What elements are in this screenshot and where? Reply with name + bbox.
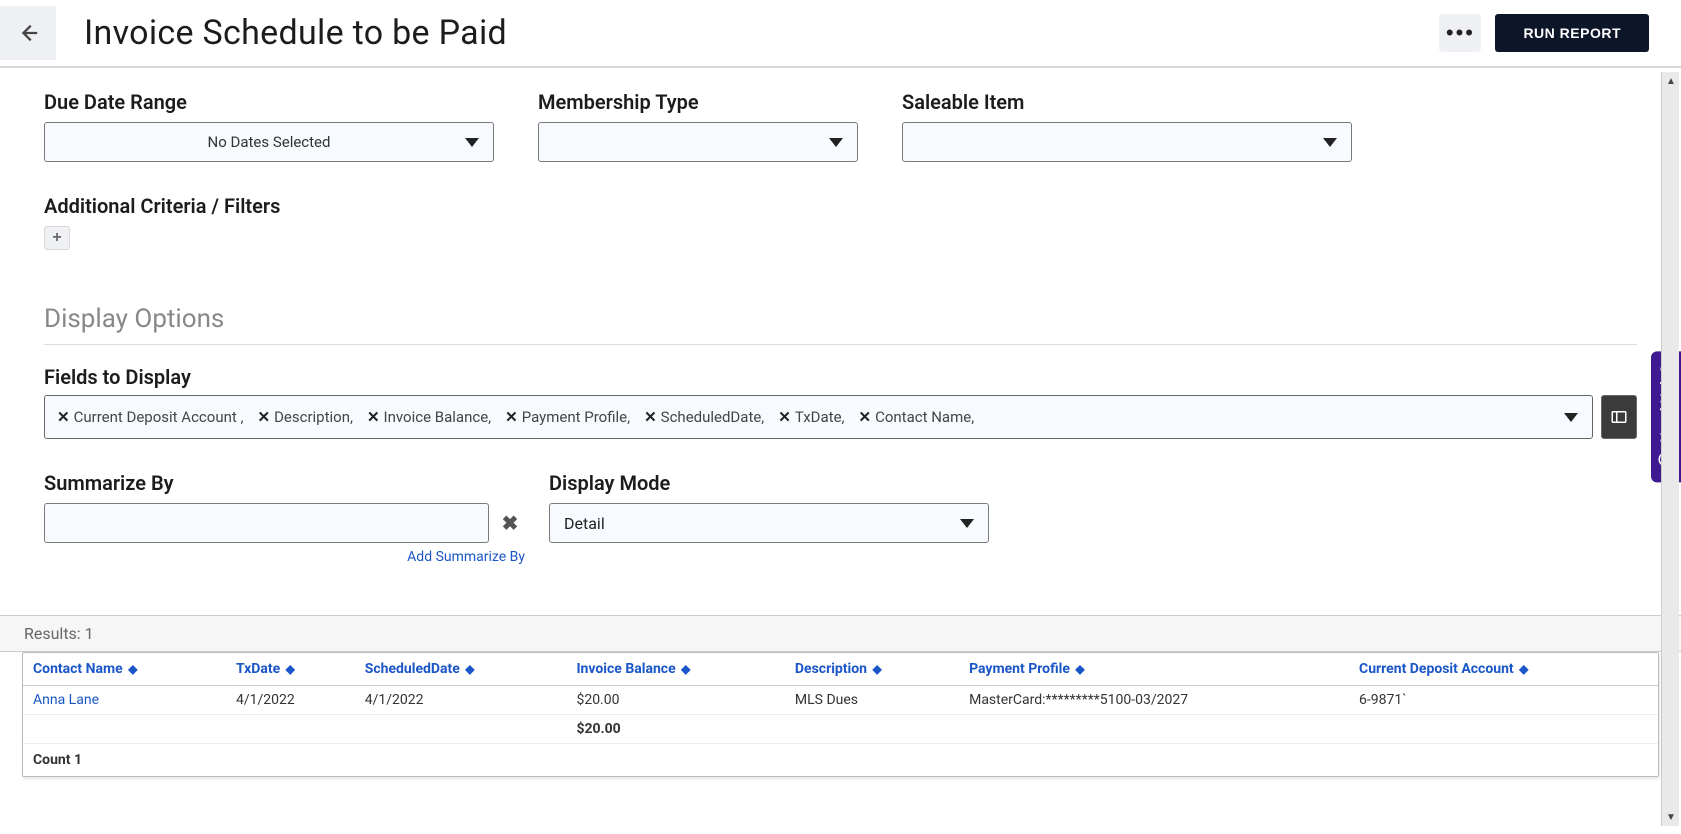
cell-txdate: 4/1/2022 — [226, 686, 355, 715]
total-balance: $20.00 — [566, 715, 784, 744]
saleable-item-label: Saleable Item — [902, 90, 1352, 114]
cell-description: MLS Dues — [785, 686, 959, 715]
field-chip: ✕Contact Name, — [859, 408, 975, 426]
col-txdate[interactable]: TxDate ◆ — [226, 653, 355, 686]
run-report-button[interactable]: RUN REPORT — [1495, 14, 1649, 52]
layout-icon — [1610, 408, 1628, 426]
col-scheduleddate[interactable]: ScheduledDate ◆ — [355, 653, 567, 686]
close-icon[interactable]: ✕ — [778, 408, 791, 426]
display-options-title: Display Options — [44, 304, 1637, 334]
table-count-row: Count 1 — [23, 744, 1658, 777]
field-chip: ✕Payment Profile, — [505, 408, 630, 426]
sort-icon: ◆ — [128, 662, 137, 676]
chevron-down-icon — [1564, 413, 1578, 422]
table-total-row: $20.00 — [23, 715, 1658, 744]
field-chip: ✕Description, — [257, 408, 352, 426]
display-mode-value: Detail — [564, 514, 605, 533]
close-icon[interactable]: ✕ — [257, 408, 270, 426]
sort-icon: ◆ — [1075, 662, 1084, 676]
main-content: Due Date Range No Dates Selected Members… — [0, 68, 1681, 787]
table-row: Anna Lane 4/1/2022 4/1/2022 $20.00 MLS D… — [23, 686, 1658, 715]
chevron-down-icon — [465, 138, 479, 147]
chevron-down-icon — [960, 519, 974, 528]
cell-balance: $20.00 — [566, 686, 784, 715]
add-summarize-link[interactable]: Add Summarize By — [44, 549, 525, 565]
vertical-scrollbar[interactable]: ▲ ▼ — [1661, 72, 1679, 826]
additional-criteria-label: Additional Criteria / Filters — [44, 194, 1637, 218]
field-chip: ✕Invoice Balance, — [367, 408, 491, 426]
chevron-down-icon — [829, 138, 843, 147]
display-mode-select[interactable]: Detail — [549, 503, 989, 543]
fields-to-display-select[interactable]: ✕Current Deposit Account , ✕Description,… — [44, 395, 1593, 439]
col-invoice-balance[interactable]: Invoice Balance ◆ — [566, 653, 784, 686]
col-payment-profile[interactable]: Payment Profile ◆ — [959, 653, 1349, 686]
count-label: Count 1 — [23, 744, 1658, 777]
display-mode-label: Display Mode — [549, 471, 989, 495]
close-icon[interactable]: ✕ — [57, 408, 70, 426]
sort-icon: ◆ — [465, 662, 474, 676]
summarize-by-label: Summarize By — [44, 471, 525, 495]
page-title: Invoice Schedule to be Paid — [84, 13, 1439, 53]
cell-payment-profile: MasterCard:*********5100-03/2027 — [959, 686, 1349, 715]
col-contact-name[interactable]: Contact Name ◆ — [23, 653, 226, 686]
sort-icon: ◆ — [681, 662, 690, 676]
field-chip: ✕Current Deposit Account , — [57, 408, 243, 426]
back-button[interactable] — [0, 6, 56, 60]
field-chip: ✕TxDate, — [778, 408, 844, 426]
results-count: Results: 1 — [0, 615, 1681, 652]
fields-panel-button[interactable] — [1601, 395, 1637, 439]
arrow-left-icon — [17, 22, 39, 44]
close-icon[interactable]: ✕ — [859, 408, 872, 426]
col-description[interactable]: Description ◆ — [785, 653, 959, 686]
scroll-up-icon[interactable]: ▲ — [1662, 72, 1680, 90]
clear-summarize-button[interactable]: ✖ — [495, 508, 525, 538]
summarize-by-input[interactable] — [44, 503, 489, 543]
filter-row: Due Date Range No Dates Selected Members… — [44, 90, 1637, 162]
chevron-down-icon — [1323, 138, 1337, 147]
field-chip: ✕ScheduledDate, — [644, 408, 764, 426]
close-icon[interactable]: ✕ — [644, 408, 657, 426]
membership-type-label: Membership Type — [538, 90, 858, 114]
saleable-item-select[interactable] — [902, 122, 1352, 162]
results-table: Contact Name ◆ TxDate ◆ ScheduledDate ◆ … — [22, 652, 1659, 777]
page-header: Invoice Schedule to be Paid ••• RUN REPO… — [0, 0, 1681, 68]
sort-icon: ◆ — [872, 662, 881, 676]
sort-icon: ◆ — [286, 662, 295, 676]
header-actions: ••• RUN REPORT — [1439, 14, 1669, 52]
cell-contact-name[interactable]: Anna Lane — [23, 686, 226, 715]
due-date-label: Due Date Range — [44, 90, 494, 114]
due-date-value: No Dates Selected — [59, 133, 479, 151]
cell-deposit-account: 6-9871` — [1349, 686, 1658, 715]
sort-icon: ◆ — [1519, 662, 1528, 676]
col-deposit-account[interactable]: Current Deposit Account ◆ — [1349, 653, 1658, 686]
cell-scheduleddate: 4/1/2022 — [355, 686, 567, 715]
more-menu-button[interactable]: ••• — [1439, 14, 1481, 52]
membership-type-select[interactable] — [538, 122, 858, 162]
close-icon[interactable]: ✕ — [505, 408, 518, 426]
close-icon[interactable]: ✕ — [367, 408, 380, 426]
scroll-down-icon[interactable]: ▼ — [1662, 808, 1680, 826]
add-criteria-button[interactable]: + — [44, 226, 70, 250]
divider — [44, 344, 1637, 345]
due-date-select[interactable]: No Dates Selected — [44, 122, 494, 162]
fields-to-display-label: Fields to Display — [44, 365, 1637, 389]
